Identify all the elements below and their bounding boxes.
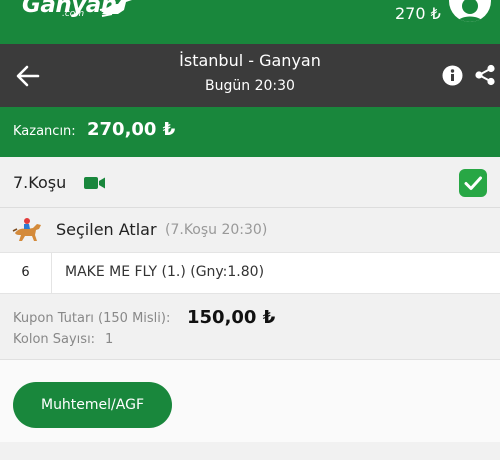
race-title: 7.Koşu [13,173,67,192]
race-row[interactable]: 7.Koşu [0,157,500,208]
winnings-value: 270,00 ₺ [87,119,176,140]
muhtemel-agf-button[interactable]: Muhtemel/AGF [13,382,172,428]
coupon-amount-label: Kupon Tutarı (150 Misli): [13,311,171,326]
checkbox-checked-icon[interactable] [459,169,487,197]
horse-row[interactable]: 6 MAKE ME FLY (1.) (Gny:1.80) [0,252,500,294]
action-area: Muhtemel/AGF [0,360,500,442]
avatar[interactable] [449,0,491,22]
selected-horses-title: Seçilen Atlar [56,220,157,239]
jockey-horse-icon [12,218,41,241]
header-subtitle: Bugün 20:30 [205,78,295,94]
info-icon[interactable] [442,65,463,86]
coupon-amount-value: 150,00 ₺ [187,307,276,328]
coupon-summary: Kupon Tutarı (150 Misli): 150,00 ₺ Kolon… [0,294,500,360]
check-mark-icon [464,176,482,190]
winnings-label: Kazancın: [13,124,76,139]
user-icon [457,0,483,22]
winnings-bar: Kazancın: 270,00 ₺ [0,107,500,157]
video-camera-icon[interactable] [84,176,106,190]
race-header: İstanbul - Ganyan Bugün 20:30 [0,44,500,107]
footer-band [0,442,500,460]
horse-number: 6 [0,253,52,293]
selected-horses-meta: (7.Koşu 20:30) [165,222,268,238]
selected-horses-header: Seçilen Atlar (7.Koşu 20:30) [0,208,500,252]
top-bar: Ganyan .com 270 ₺ [0,0,500,44]
horse-name: MAKE ME FLY (1.) (Gny:1.80) [65,264,265,280]
logo-domain: .com [62,9,85,19]
balance-amount: 270 ₺ [395,4,441,23]
share-icon[interactable] [474,64,496,86]
column-count-value: 1 [105,332,114,347]
header-title: İstanbul - Ganyan [179,51,321,70]
logo-horse-icon [99,0,132,17]
column-count-label: Kolon Sayısı: [13,332,96,347]
